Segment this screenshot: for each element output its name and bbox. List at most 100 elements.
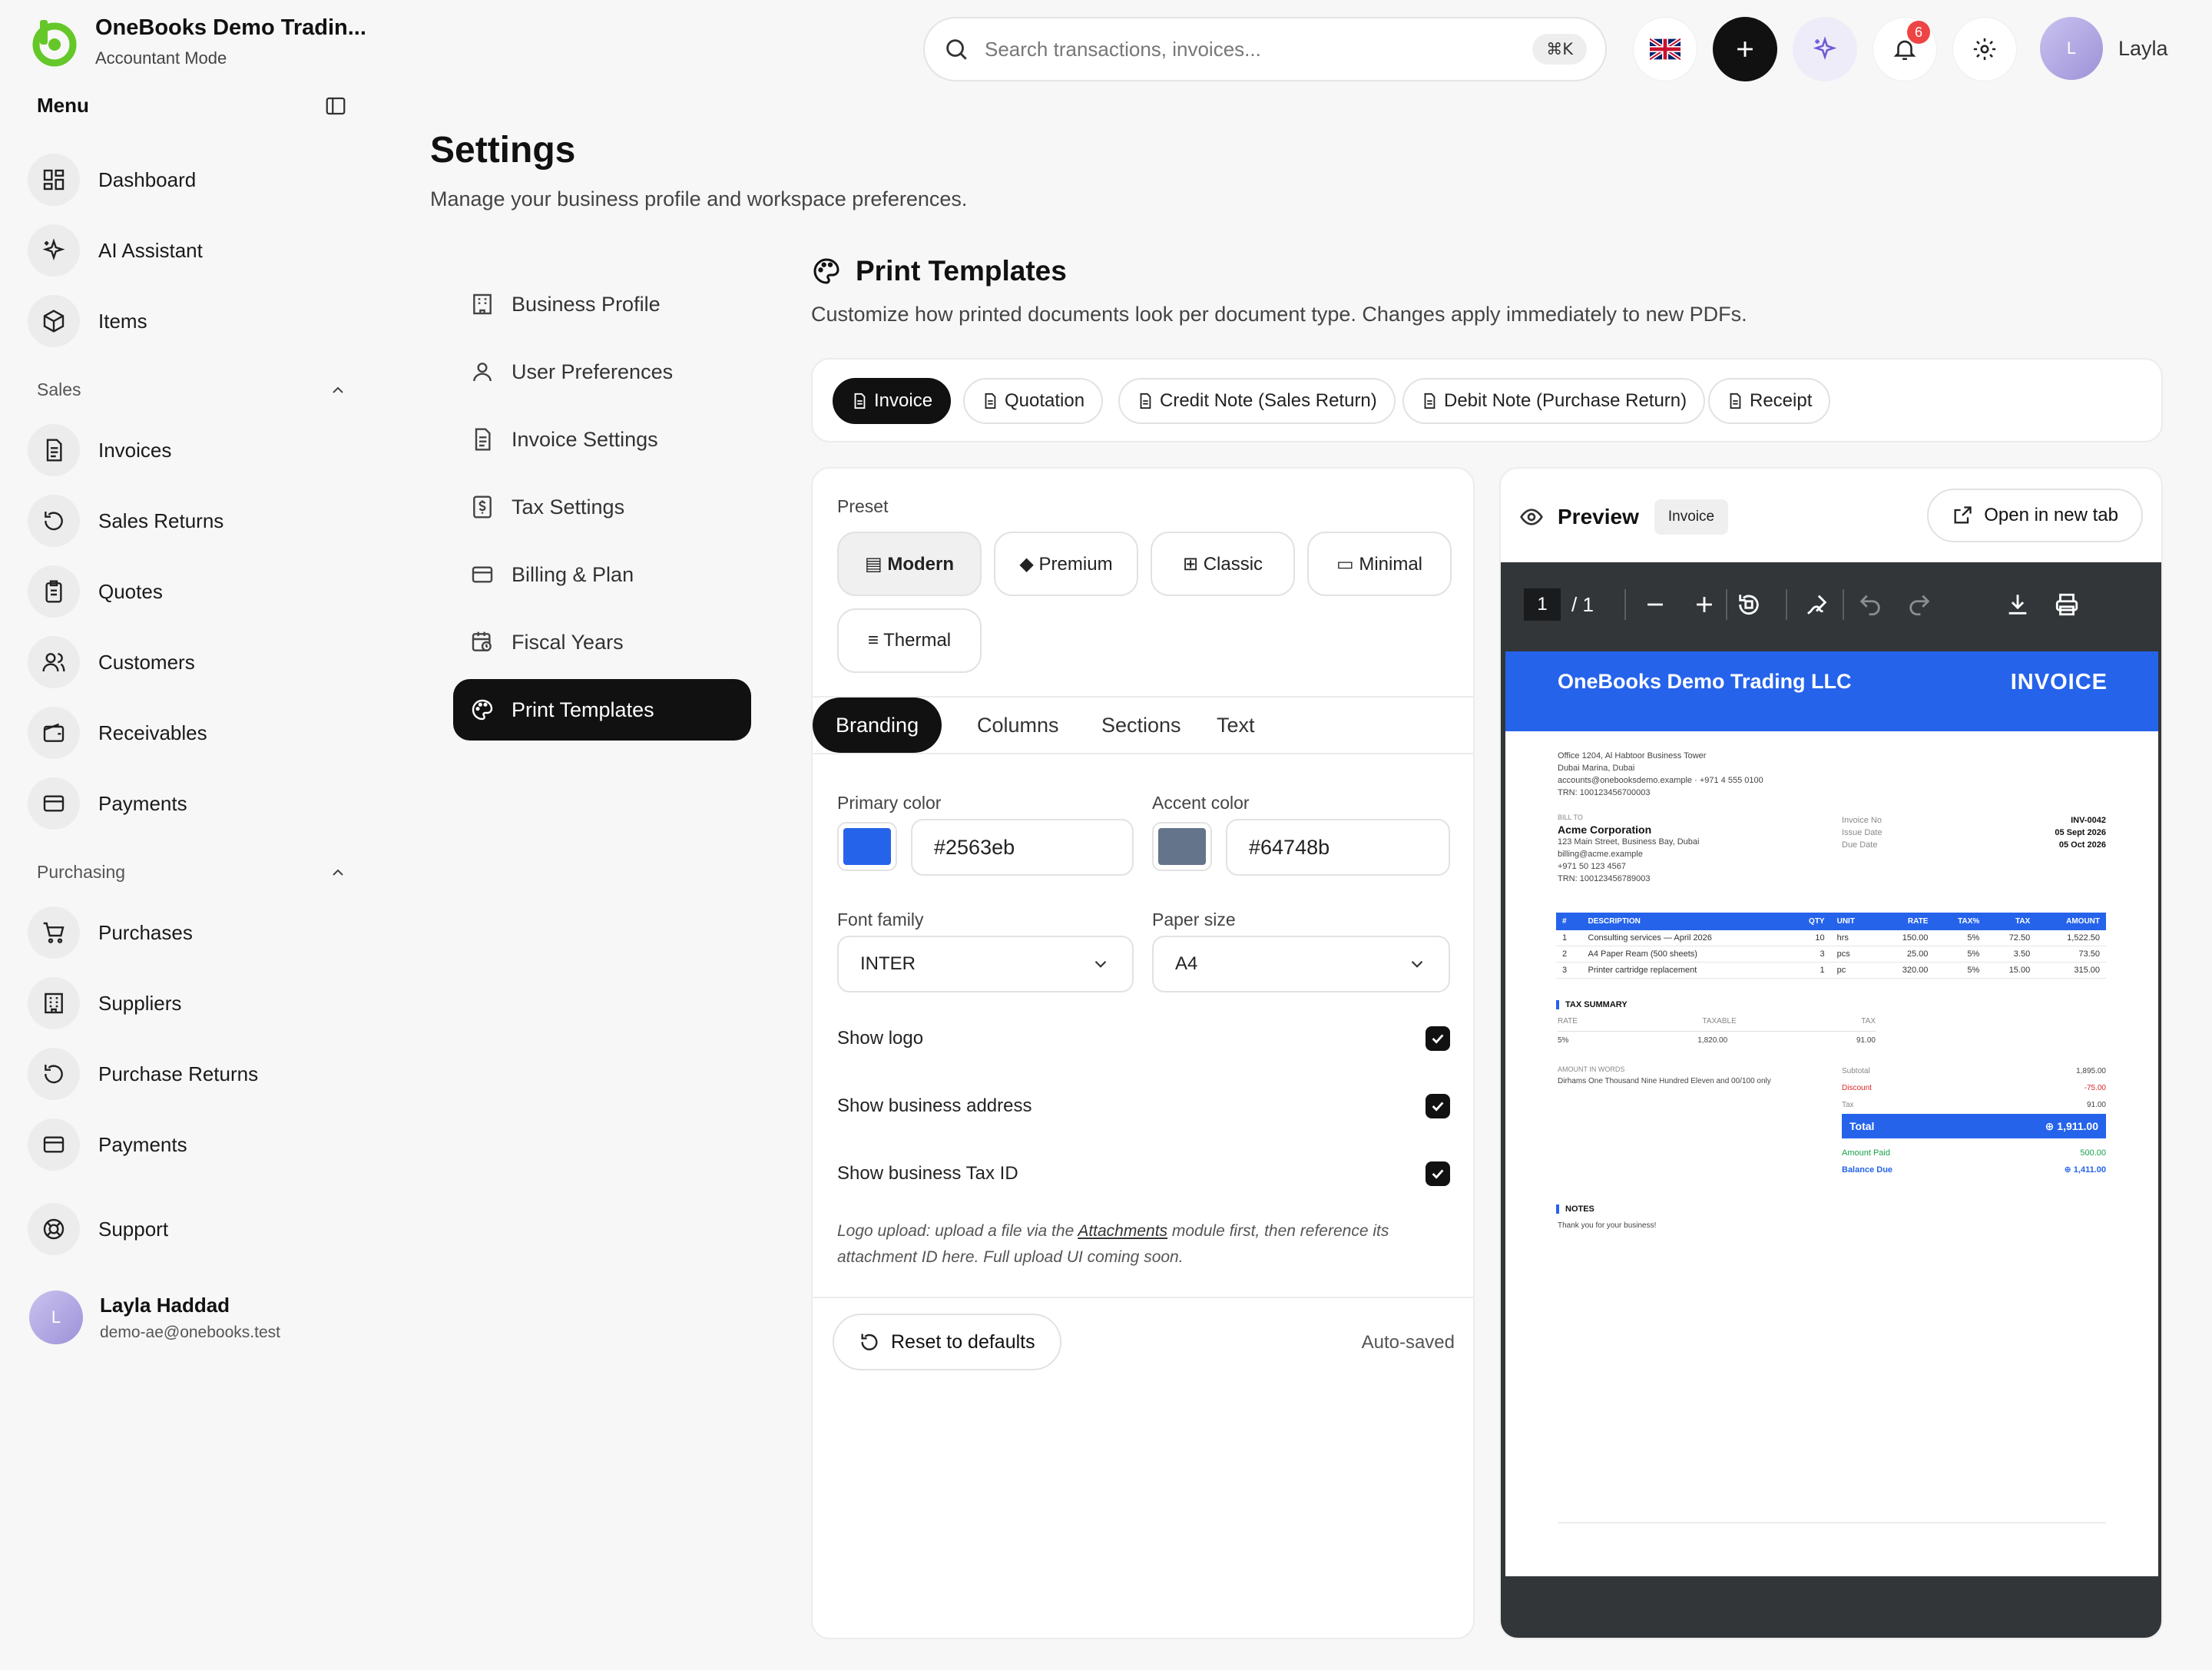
sparkles-icon: [1813, 36, 1837, 60]
preset-minimal[interactable]: ▭ Minimal: [1307, 532, 1452, 596]
zoom-in-button[interactable]: [1686, 586, 1723, 623]
tab-sections[interactable]: Sections: [1078, 697, 1204, 753]
accent-color-input[interactable]: #64748b: [1226, 819, 1450, 876]
zoom-out-button[interactable]: [1637, 586, 1674, 623]
settings-nav-user-preferences[interactable]: User Preferences: [453, 341, 751, 403]
sidebar-group-sales[interactable]: Sales: [37, 379, 347, 400]
pdf-line-items: # DESCRIPTION QTY UNIT RATE TAX% TAX AMO…: [1556, 913, 2106, 979]
sidebar-item-sales-returns[interactable]: Sales Returns: [28, 493, 350, 548]
pdf-cell: 10: [1788, 930, 1831, 946]
user-menu[interactable]: L Layla: [2040, 17, 2168, 80]
tab-columns[interactable]: Columns: [954, 697, 1082, 753]
sidebar-item-purchases[interactable]: Purchases: [28, 905, 350, 960]
show-tax-id-checkbox[interactable]: [1426, 1161, 1450, 1186]
font-family-select[interactable]: INTER: [837, 936, 1134, 992]
preview-doc-chip: Invoice: [1654, 499, 1729, 535]
sidebar-item-purchase-returns[interactable]: Purchase Returns: [28, 1046, 350, 1102]
gear-icon: [1973, 38, 1996, 61]
sidebar-item-suppliers[interactable]: Suppliers: [28, 976, 350, 1031]
search-bar[interactable]: ⌘K: [923, 17, 1607, 81]
download-button[interactable]: [1999, 586, 2036, 623]
open-new-tab-button[interactable]: Open in new tab: [1927, 489, 2143, 542]
attachments-link[interactable]: Attachments: [1078, 1222, 1167, 1240]
settings-nav-print-templates[interactable]: Print Templates: [453, 679, 751, 741]
page-total: / 1: [1571, 592, 1594, 616]
sidebar-item-purchase-payments[interactable]: Payments: [28, 1117, 350, 1172]
primary-color-swatch[interactable]: [837, 822, 897, 871]
pdf-cell: 1,522.50: [2036, 930, 2106, 946]
doc-tab-receipt[interactable]: Receipt: [1708, 378, 1831, 424]
language-button[interactable]: [1633, 17, 1697, 81]
sidebar-item-sales-payments[interactable]: Payments: [28, 776, 350, 831]
pdf-cell: 1: [1788, 962, 1831, 979]
settings-nav-business-profile[interactable]: Business Profile: [453, 273, 751, 335]
pdf-col-header: AMOUNT: [2036, 913, 2106, 930]
pdf-text: BILL TO: [1558, 813, 1583, 821]
user-card[interactable]: L Layla Haddad demo-ae@onebooks.test: [29, 1291, 280, 1344]
tab-text[interactable]: Text: [1194, 697, 1278, 753]
check-icon: [1432, 1169, 1444, 1179]
settings-button[interactable]: [1952, 17, 2017, 81]
sidebar-group-purchasing[interactable]: Purchasing: [37, 862, 347, 883]
pdf-text: AMOUNT IN WORDS: [1558, 1065, 1625, 1073]
preset-modern[interactable]: ▤ Modern: [837, 532, 982, 596]
plus-icon: [1697, 597, 1712, 612]
doc-tab-invoice[interactable]: Invoice: [833, 378, 952, 424]
paper-size-label: Paper size: [1152, 910, 1236, 929]
sidebar-item-ai-assistant[interactable]: AI Assistant: [28, 223, 350, 278]
settings-nav-invoice-settings[interactable]: Invoice Settings: [453, 409, 751, 470]
sidebar-item-quotes[interactable]: Quotes: [28, 564, 350, 619]
sidebar-item-customers[interactable]: Customers: [28, 635, 350, 690]
sidebar-item-label: Purchase Returns: [98, 1062, 259, 1085]
paper-size-select[interactable]: A4: [1152, 936, 1450, 992]
pdf-text: Tax: [1842, 1101, 1854, 1109]
pdf-company-name: OneBooks Demo Trading LLC: [1558, 670, 1852, 693]
pdf-text: TAX: [1861, 1017, 1876, 1026]
sidebar-item-receivables[interactable]: Receivables: [28, 705, 350, 760]
sidebar-collapse-icon[interactable]: [324, 94, 347, 118]
show-logo-checkbox[interactable]: [1426, 1026, 1450, 1051]
undo-button[interactable]: [1852, 586, 1889, 623]
receipt-dollar-icon: [473, 495, 492, 519]
pdf-cell: 5%: [1934, 930, 1986, 946]
print-button[interactable]: [2048, 586, 2085, 623]
search-input[interactable]: [985, 37, 1533, 61]
reset-label: Reset to defaults: [891, 1330, 1035, 1353]
sidebar-item-dashboard[interactable]: Dashboard: [28, 152, 350, 207]
doc-tab-credit-note[interactable]: Credit Note (Sales Return): [1118, 378, 1396, 424]
primary-color-input[interactable]: #2563eb: [911, 819, 1134, 876]
sidebar-item-items[interactable]: Items: [28, 293, 350, 349]
preset-classic[interactable]: ⊞ Classic: [1151, 532, 1295, 596]
reset-defaults-button[interactable]: Reset to defaults: [833, 1314, 1061, 1370]
ai-button[interactable]: [1793, 17, 1857, 81]
pdf-text: TAXABLE: [1702, 1017, 1737, 1026]
font-family-label: Font family: [837, 910, 924, 929]
preset-thermal[interactable]: ≡ Thermal: [837, 608, 982, 673]
accent-color-swatch[interactable]: [1152, 822, 1212, 871]
page-number-input[interactable]: 1: [1524, 588, 1561, 621]
section-title: Print Templates: [856, 255, 1067, 287]
notifications-button[interactable]: 6: [1873, 17, 1937, 81]
annotate-button[interactable]: [1798, 586, 1835, 623]
palette-icon: [472, 699, 493, 721]
settings-nav-billing-plan[interactable]: Billing & Plan: [453, 544, 751, 605]
settings-nav-tax-settings[interactable]: Tax Settings: [453, 476, 751, 538]
sidebar-item-invoices[interactable]: Invoices: [28, 422, 350, 478]
pdf-cell: 73.50: [2036, 946, 2106, 963]
brand[interactable]: OneBooks Demo Tradin... Accountant Mode: [29, 15, 366, 68]
show-business-address-checkbox[interactable]: [1426, 1094, 1450, 1118]
rotate-button[interactable]: [1730, 586, 1767, 623]
doc-tab-label: Quotation: [1005, 390, 1085, 411]
shortcut-hint: ⌘K: [1532, 34, 1587, 65]
doc-tab-debit-note[interactable]: Debit Note (Purchase Return): [1402, 378, 1706, 424]
settings-nav-fiscal-years[interactable]: Fiscal Years: [453, 611, 751, 673]
sidebar-item-support[interactable]: Support: [28, 1201, 350, 1257]
tab-branding[interactable]: Branding: [813, 697, 942, 753]
pdf-text: Due Date: [1842, 840, 1878, 850]
redo-icon: [1909, 595, 1930, 616]
redo-button[interactable]: [1901, 586, 1938, 623]
create-button[interactable]: [1713, 17, 1777, 81]
preset-premium[interactable]: ◆ Premium: [994, 532, 1138, 596]
pdf-cell: Printer cartridge replacement: [1581, 962, 1789, 979]
doc-tab-quotation[interactable]: Quotation: [963, 378, 1104, 424]
